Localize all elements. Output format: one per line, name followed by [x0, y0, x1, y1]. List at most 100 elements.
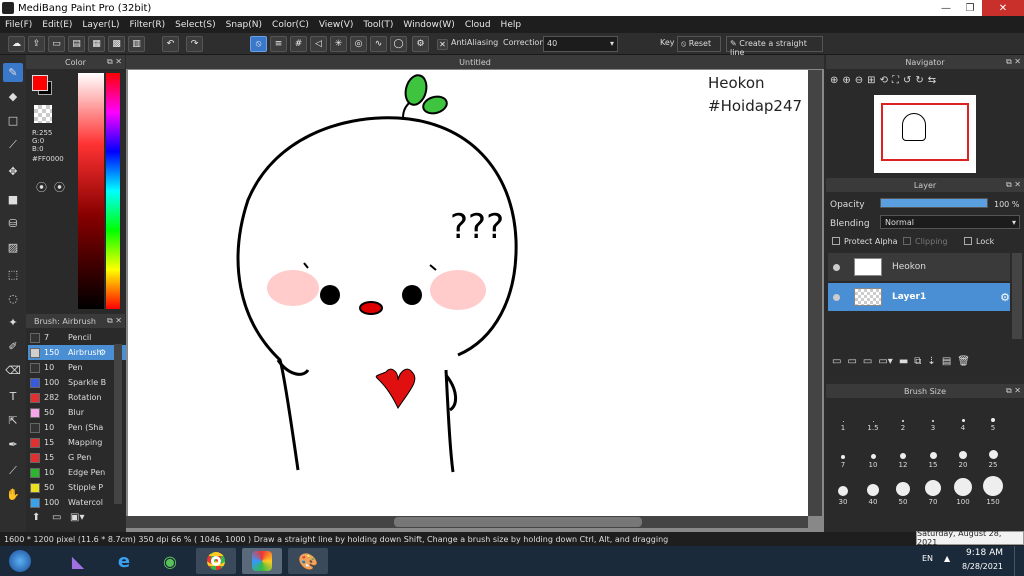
flip-icon[interactable]: ⇆ — [928, 75, 936, 93]
brush-size-option[interactable]: 1 — [828, 402, 858, 432]
start-button[interactable] — [2, 548, 38, 574]
menu-layer[interactable]: Layer(L) — [77, 20, 124, 30]
dot-tool-icon[interactable]: □ — [3, 111, 23, 130]
visibility-icon[interactable] — [828, 263, 844, 271]
reset-button[interactable]: ⦸ Reset — [677, 36, 721, 52]
operation-tool-icon[interactable]: ⇱ — [3, 411, 23, 430]
comment-icon[interactable]: ▭ — [48, 36, 65, 52]
brush-size-option[interactable]: 150 — [978, 476, 1008, 506]
cross-snap-icon[interactable]: # — [290, 36, 307, 52]
show-desktop-button[interactable] — [1014, 546, 1024, 576]
opacity-slider[interactable] — [880, 198, 988, 208]
brush-size-option[interactable]: 25 — [978, 439, 1008, 469]
document-tab[interactable]: Untitled — [126, 55, 824, 69]
new-brush-icon[interactable]: ▭ — [52, 512, 61, 523]
snap-off-icon[interactable]: ⦸ — [250, 36, 267, 52]
visual-studio-app[interactable]: ◣ — [58, 548, 98, 574]
correction-select[interactable]: 40 ▾ — [543, 36, 618, 52]
brush-size-option[interactable]: 100 — [948, 476, 978, 506]
new-halftone-layer-icon[interactable]: ▭ — [847, 356, 856, 367]
horizontal-scroll-thumb[interactable] — [394, 517, 642, 527]
menu-color[interactable]: Color(C) — [267, 20, 314, 30]
panel-close-icon[interactable]: ⧉ ✕ — [1006, 57, 1021, 67]
brush-size-option[interactable]: 15 — [918, 439, 948, 469]
select-pen-icon[interactable]: ✐ — [3, 337, 23, 356]
parallel-snap-icon[interactable]: ≡ — [270, 36, 287, 52]
panel-close-icon[interactable]: ⧉ ✕ — [1006, 180, 1021, 190]
rotate-left-icon[interactable]: ↺ — [903, 75, 911, 93]
brightness-slider[interactable] — [78, 73, 104, 309]
internet-explorer-app[interactable]: e — [104, 548, 144, 574]
add-layer-menu-icon[interactable]: ▭▾ — [878, 356, 892, 367]
close-button[interactable]: ✕ — [982, 0, 1024, 16]
palette-edit-icon[interactable]: ⦿ — [54, 179, 65, 195]
coc-coc-app[interactable]: ◉ — [150, 548, 190, 574]
menu-cloud[interactable]: Cloud — [460, 20, 496, 30]
menu-view[interactable]: View(V) — [314, 20, 359, 30]
zoom-in-icon[interactable]: ⊕ — [830, 75, 838, 93]
paint-app[interactable]: 🎨 — [288, 548, 328, 574]
rotate-right-icon[interactable]: ↻ — [915, 75, 923, 93]
medibang-app[interactable] — [242, 548, 282, 574]
antialias-checkbox[interactable]: ✕ — [437, 39, 448, 50]
lasso-tool-icon[interactable]: ◌ — [3, 289, 23, 308]
new-8bit-layer-icon[interactable]: ▭ — [863, 356, 872, 367]
protect-alpha-checkbox[interactable] — [832, 237, 840, 245]
layout-icon[interactable]: ▥ — [128, 36, 145, 52]
curve-snap-icon[interactable]: ∿ — [370, 36, 387, 52]
menu-select[interactable]: Select(S) — [170, 20, 221, 30]
layer-settings-icon[interactable]: ▤ — [942, 356, 951, 367]
fill-rect-tool-icon[interactable]: ■ — [3, 190, 23, 209]
fit-icon[interactable]: ⛶ — [892, 75, 899, 93]
straight-line-button[interactable]: ✎ Create a straight line — [726, 36, 823, 57]
clock-time[interactable]: 9:18 AM — [966, 548, 1003, 558]
share-icon[interactable]: ⇪ — [28, 36, 45, 52]
merge-down-icon[interactable]: ⇣ — [927, 356, 935, 367]
dropper-tool-icon[interactable]: ✒ — [3, 435, 23, 454]
magic-wand-icon[interactable]: ✦ — [3, 313, 23, 332]
divide-tool-icon[interactable]: ⟋ — [3, 461, 23, 480]
brush-size-option[interactable]: 50 — [888, 476, 918, 506]
new-layer-icon[interactable]: ▭ — [832, 356, 841, 367]
brush-menu-icon[interactable]: ▣▾ — [70, 512, 84, 523]
vanishing-snap-icon[interactable]: ◁ — [310, 36, 327, 52]
select-eraser-icon[interactable]: ⌫ — [3, 361, 23, 380]
brush-size-option[interactable]: 40 — [858, 476, 888, 506]
minimize-button[interactable]: — — [934, 0, 958, 16]
duplicate-layer-icon[interactable]: ⧉ — [914, 356, 921, 367]
brush-size-option[interactable]: 1.5 — [858, 402, 888, 432]
brush-tool-icon[interactable]: ✎ — [3, 63, 23, 82]
radial-snap-icon[interactable]: ✳ — [330, 36, 347, 52]
language-indicator[interactable]: EN — [922, 554, 933, 563]
transparent-color-swatch[interactable] — [34, 105, 52, 123]
line-tool-icon[interactable]: ⟋ — [3, 135, 23, 154]
menu-snap[interactable]: Snap(N) — [221, 20, 267, 30]
tray-arrow-icon[interactable]: ▲ — [944, 554, 950, 563]
restore-button[interactable]: ❐ — [958, 0, 982, 16]
clipping-checkbox[interactable] — [903, 237, 911, 245]
hand-tool-icon[interactable]: ✋ — [3, 485, 23, 504]
menu-window[interactable]: Window(W) — [398, 20, 459, 30]
brush-size-option[interactable]: 3 — [918, 402, 948, 432]
text-tool-icon[interactable]: T — [3, 387, 23, 406]
add-brush-icon[interactable]: ⬆ — [32, 512, 40, 523]
bucket-tool-icon[interactable]: ⛁ — [3, 214, 23, 233]
clock-date[interactable]: 8/28/2021 — [962, 562, 1003, 571]
brush-size-option[interactable]: 2 — [888, 402, 918, 432]
gradient-tool-icon[interactable]: ▨ — [3, 238, 23, 257]
brush-size-option[interactable]: 7 — [828, 439, 858, 469]
brush-size-option[interactable]: 10 — [858, 439, 888, 469]
horizontal-scrollbar[interactable] — [126, 516, 808, 528]
document-icon[interactable]: ▤ — [68, 36, 85, 52]
menu-tool[interactable]: Tool(T) — [358, 20, 398, 30]
hue-slider[interactable] — [106, 73, 120, 309]
foreground-color-swatch[interactable] — [32, 75, 48, 91]
cloud-icon[interactable]: ☁ — [8, 36, 25, 52]
ellipse-snap-icon[interactable]: ◯ — [390, 36, 407, 52]
gear-icon[interactable]: ⚙ — [99, 348, 106, 357]
brush-item[interactable]: 7 Pencil — [28, 330, 132, 345]
layer-row-layer1[interactable]: Layer1 ⚙ — [828, 283, 1010, 311]
move-tool-icon[interactable]: ✥ — [3, 162, 23, 181]
brush-size-option[interactable]: 4 — [948, 402, 978, 432]
brush-size-option[interactable]: 12 — [888, 439, 918, 469]
